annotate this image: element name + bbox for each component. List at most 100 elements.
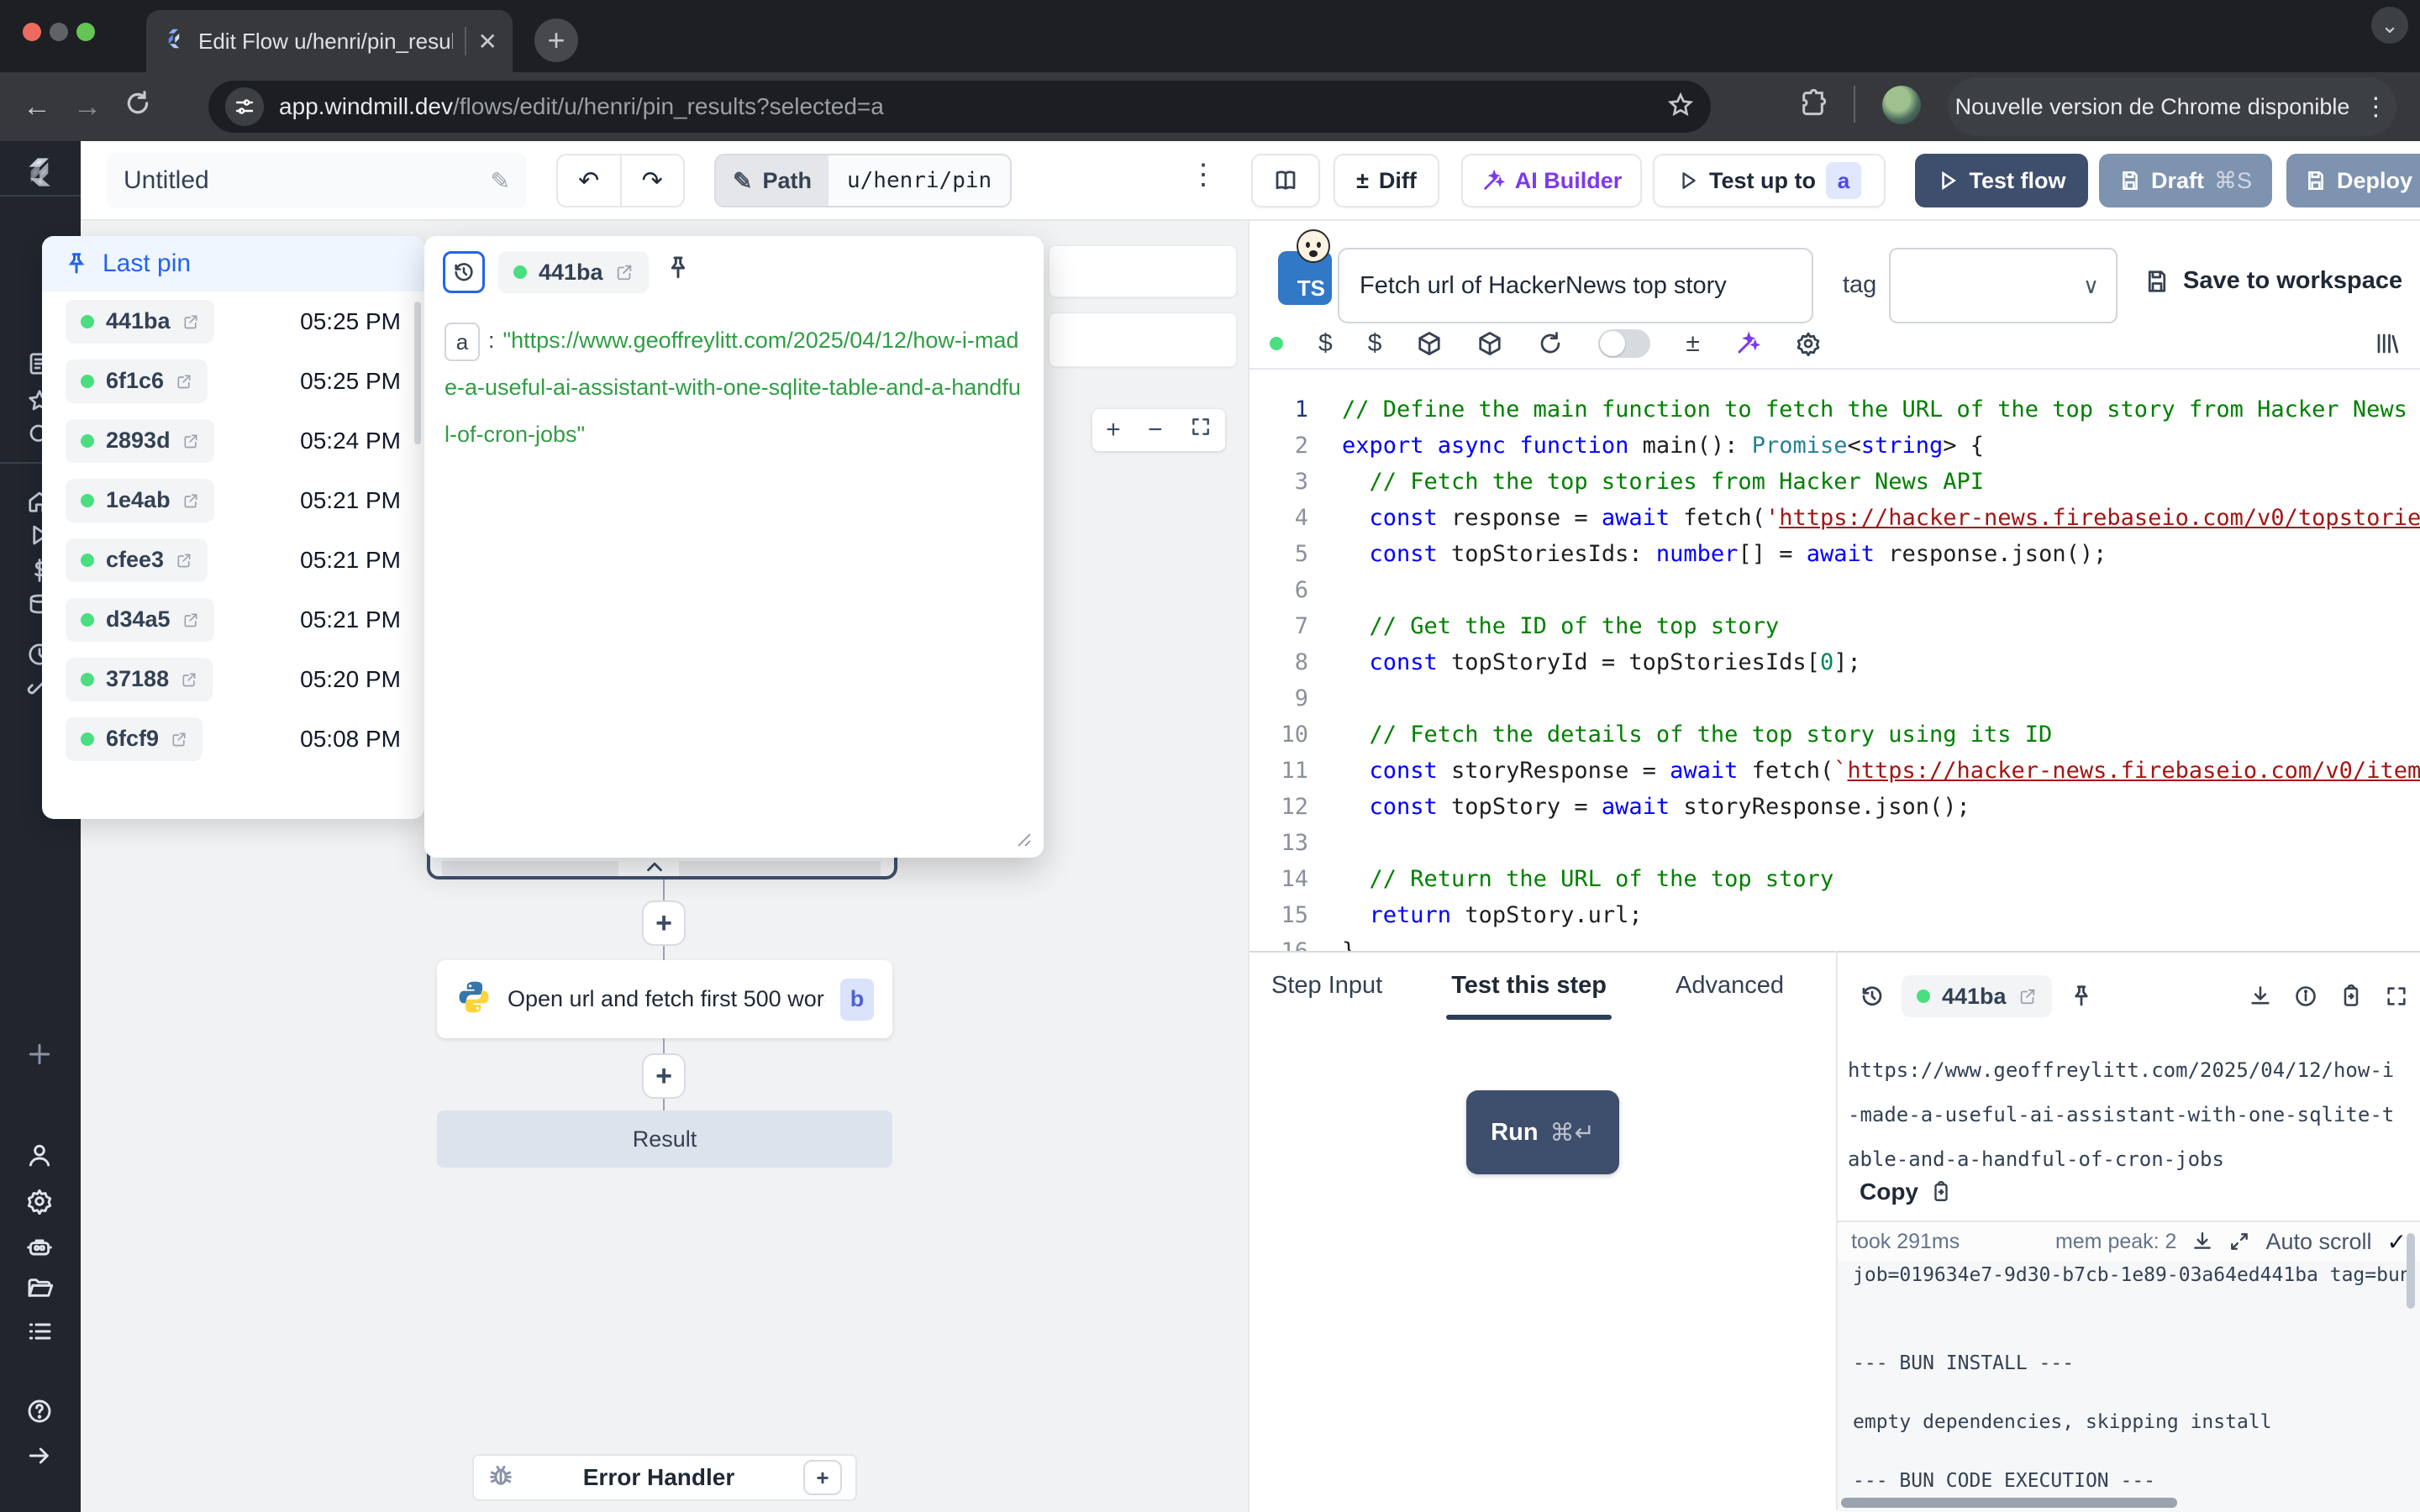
profile-avatar[interactable] [1882, 86, 1921, 124]
pin-run-row[interactable]: 6fcf9 05:08 PM [42, 709, 424, 769]
fullscreen-icon[interactable] [2385, 984, 2408, 1008]
pin-run-row[interactable]: 2893d 05:24 PM [42, 411, 424, 470]
package-icon-2[interactable] [1477, 331, 1502, 356]
flow-node-partial[interactable] [1049, 312, 1237, 367]
sidebar-item-create-icon[interactable] [24, 1038, 55, 1070]
reload-button[interactable] [113, 90, 163, 124]
bookmark-star-icon[interactable] [1667, 92, 1694, 123]
back-button[interactable]: ← [12, 91, 62, 123]
browser-menu-kebab-icon[interactable]: ⋮ [2363, 92, 2389, 122]
log-horizontal-scrollbar[interactable] [1841, 1498, 2177, 1508]
download-logs-icon[interactable] [2191, 1231, 2213, 1252]
flow-more-options-kebab-icon[interactable]: ⋮ [1189, 158, 1218, 192]
tab-test-this-step[interactable]: Test this step [1446, 960, 1612, 1020]
pin-run-row[interactable]: 441ba 05:25 PM [42, 291, 424, 351]
test-flow-button[interactable]: Test flow [1915, 154, 2088, 207]
sidebar-collapse-arrow-icon[interactable] [24, 1440, 55, 1472]
chrome-update-button[interactable]: Nouvelle version de Chrome disponible ⋮ [1948, 77, 2396, 136]
tab-advanced[interactable]: Advanced [1670, 960, 1789, 1020]
pin-run-row[interactable]: d34a5 05:21 PM [42, 590, 424, 649]
draft-button[interactable]: Draft ⌘S [2099, 154, 2272, 207]
sidebar-item-account-icon[interactable] [24, 1139, 55, 1171]
close-tab-icon[interactable]: ✕ [478, 28, 497, 55]
run-id-pill[interactable]: 1e4ab [66, 479, 214, 522]
run-id-pill[interactable]: d34a5 [66, 598, 214, 642]
run-id-pill[interactable]: 441ba [66, 300, 214, 344]
pin-run-row[interactable]: 1e4ab 05:21 PM [42, 470, 424, 530]
pin-run-row[interactable]: cfee3 05:21 PM [42, 530, 424, 590]
external-link-icon[interactable] [615, 263, 634, 281]
cost-icon[interactable]: $ [1318, 329, 1333, 358]
run-button[interactable]: Run ⌘↵ [1466, 1090, 1619, 1174]
save-to-workspace-button[interactable]: Save to workspace [2144, 267, 2402, 295]
step-summary-input[interactable]: Fetch url of HackerNews top story [1338, 248, 1813, 323]
browser-tab[interactable]: Edit Flow u/henri/pin_results ✕ [146, 10, 513, 72]
url-bar[interactable]: app.windmill.dev/flows/edit/u/henri/pin_… [208, 81, 1711, 133]
site-settings-icon[interactable] [225, 87, 264, 126]
close-window-button[interactable] [23, 23, 41, 41]
library-panel-icon[interactable] [2375, 331, 2400, 356]
sidebar-item-audit-logs-icon[interactable] [24, 1315, 55, 1347]
flow-input-node-partial[interactable] [1049, 245, 1237, 297]
auto-scroll-label[interactable]: Auto scroll [2265, 1229, 2371, 1255]
zoom-out-button[interactable]: − [1148, 416, 1163, 444]
code-editor[interactable]: 1234567891011121314151617 // Define the … [1249, 391, 2420, 951]
insert-step-button[interactable]: + [642, 900, 686, 946]
run-id-pill[interactable]: 37188 [66, 658, 213, 701]
info-icon[interactable] [2294, 984, 2317, 1008]
tag-dropdown[interactable]: ∨ [1889, 248, 2118, 323]
undo-button[interactable]: ↶ [558, 155, 622, 206]
run-id-pill[interactable]: 6fcf9 [66, 717, 203, 761]
sidebar-item-settings-icon[interactable] [24, 1185, 55, 1217]
external-link-icon[interactable] [176, 552, 192, 569]
external-link-icon[interactable] [181, 671, 197, 688]
insert-step-button[interactable]: + [642, 1053, 686, 1099]
log-vertical-scrollbar[interactable] [2407, 1233, 2415, 1309]
edit-title-pencil-icon[interactable]: ✎ [491, 167, 510, 195]
copy-button[interactable]: Copy [1860, 1179, 1952, 1205]
download-icon[interactable] [2249, 984, 2272, 1008]
run-id-pill[interactable]: 441ba [1902, 975, 2052, 1017]
minimize-window-button[interactable] [50, 23, 68, 41]
tab-search-chevron-icon[interactable]: ⌄ [2371, 7, 2408, 44]
clipboard-icon[interactable] [2339, 984, 2363, 1008]
error-handler-node[interactable]: Error Handler + [472, 1454, 857, 1501]
result-node[interactable]: Result [437, 1110, 892, 1168]
external-link-icon[interactable] [2018, 987, 2037, 1005]
log-output[interactable]: job=019634e7-9d30-b7cb-1e89-03a64ed441ba… [1838, 1261, 2420, 1512]
run-id-pill[interactable]: 441ba [498, 251, 649, 293]
test-up-to-button[interactable]: Test up to a [1653, 154, 1886, 207]
deploy-button[interactable]: Deploy [2286, 154, 2420, 207]
external-link-icon[interactable] [176, 373, 192, 390]
run-id-pill[interactable]: cfee3 [66, 538, 208, 582]
external-link-icon[interactable] [182, 492, 199, 509]
forward-button[interactable]: → [62, 91, 113, 123]
auto-scroll-checkmark[interactable]: ✓ [2387, 1228, 2407, 1256]
add-error-handler-button[interactable]: + [803, 1460, 842, 1495]
redo-button[interactable]: ↷ [622, 155, 684, 206]
sidebar-item-help-icon[interactable] [24, 1395, 55, 1427]
pin-run-row[interactable]: 37188 05:20 PM [42, 649, 424, 709]
expand-logs-icon[interactable] [2228, 1231, 2250, 1252]
package-icon[interactable] [1417, 331, 1442, 356]
run-id-pill[interactable]: 2893d [66, 419, 214, 463]
plus-minus-icon[interactable]: ± [1686, 329, 1699, 358]
external-link-icon[interactable] [182, 313, 199, 330]
pin-list-scrollbar[interactable] [414, 302, 421, 444]
external-link-icon[interactable] [182, 433, 199, 449]
pin-run-row[interactable]: 6f1c6 05:25 PM [42, 351, 424, 411]
popup-resize-handle[interactable] [1010, 826, 1032, 848]
external-link-icon[interactable] [171, 731, 187, 748]
pin-toggle-icon[interactable] [2069, 984, 2094, 1009]
ai-assistant-wand-icon[interactable] [1735, 331, 1760, 356]
cost-icon-2[interactable]: $ [1368, 329, 1382, 358]
pin-toggle-icon[interactable] [665, 255, 692, 286]
external-link-icon[interactable] [182, 612, 199, 628]
history-button[interactable] [443, 251, 485, 293]
step-node-b[interactable]: Open url and fetch first 500 words of ..… [437, 960, 892, 1038]
history-icon[interactable] [1860, 984, 1885, 1009]
maximize-window-button[interactable] [76, 23, 95, 41]
zoom-in-button[interactable]: + [1106, 416, 1121, 444]
ai-builder-button[interactable]: AI Builder [1461, 154, 1642, 207]
windmill-logo[interactable] [24, 156, 55, 188]
